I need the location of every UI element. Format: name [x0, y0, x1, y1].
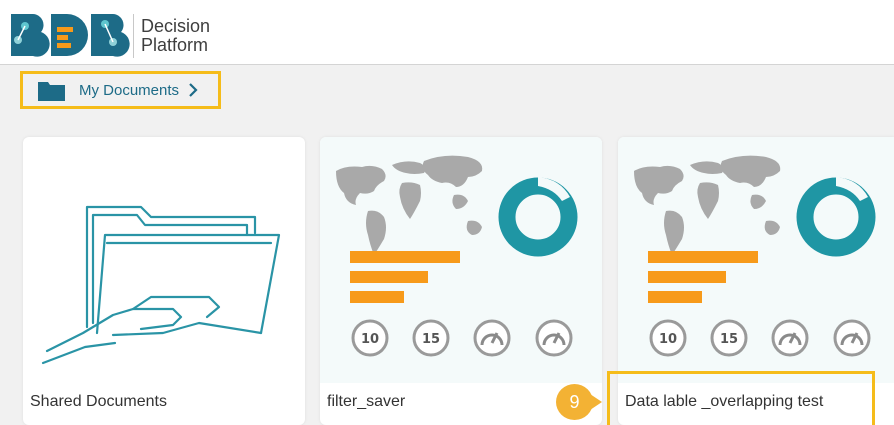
- app-header: Decision Platform: [0, 0, 894, 65]
- step-number-badge: 9: [556, 384, 593, 420]
- bar-chart: [648, 251, 758, 303]
- breadcrumb[interactable]: My Documents: [20, 71, 221, 109]
- bar-chart: [350, 251, 460, 303]
- gauge-value-15: 15: [720, 332, 738, 347]
- card-name: Data lable _overlapping test: [625, 393, 824, 410]
- card-data-lable-overlapping-test[interactable]: 10 15 Data lable _overlapping test: [618, 137, 894, 425]
- shared-folder-illustration: [41, 205, 281, 365]
- folder-icon: [38, 81, 65, 101]
- logo-divider: [133, 14, 134, 58]
- chevron-right-icon[interactable]: [188, 83, 198, 97]
- brand-name: Decision Platform: [141, 17, 210, 55]
- gauge-value-10: 10: [361, 332, 379, 347]
- breadcrumb-my-documents[interactable]: My Documents: [79, 82, 179, 99]
- bdb-logo[interactable]: [9, 10, 131, 60]
- gauge-value-15: 15: [422, 332, 440, 347]
- dashboard-thumbnail: 10 15: [320, 137, 602, 383]
- breadcrumb-bar: My Documents: [0, 65, 894, 119]
- card-filter-saver[interactable]: 10 15 filter_saver: [320, 137, 602, 425]
- card-name: Shared Documents: [30, 393, 167, 410]
- gauge-icon: [771, 319, 809, 357]
- callout-arrow: [590, 394, 602, 410]
- card-name: filter_saver: [327, 393, 406, 410]
- gauge-value-10: 10: [659, 332, 677, 347]
- brand-line-1: Decision: [141, 16, 211, 36]
- brand-line-2: Platform: [141, 35, 209, 55]
- world-map-icon: [634, 155, 781, 255]
- dashboard-thumbnail: 10 15: [618, 137, 894, 383]
- gauge-icon: [535, 319, 573, 357]
- world-map-icon: [336, 155, 483, 255]
- card-shared-documents[interactable]: Shared Documents: [23, 137, 305, 425]
- gauge-icon: [473, 319, 511, 357]
- gauge-icon: [833, 319, 871, 357]
